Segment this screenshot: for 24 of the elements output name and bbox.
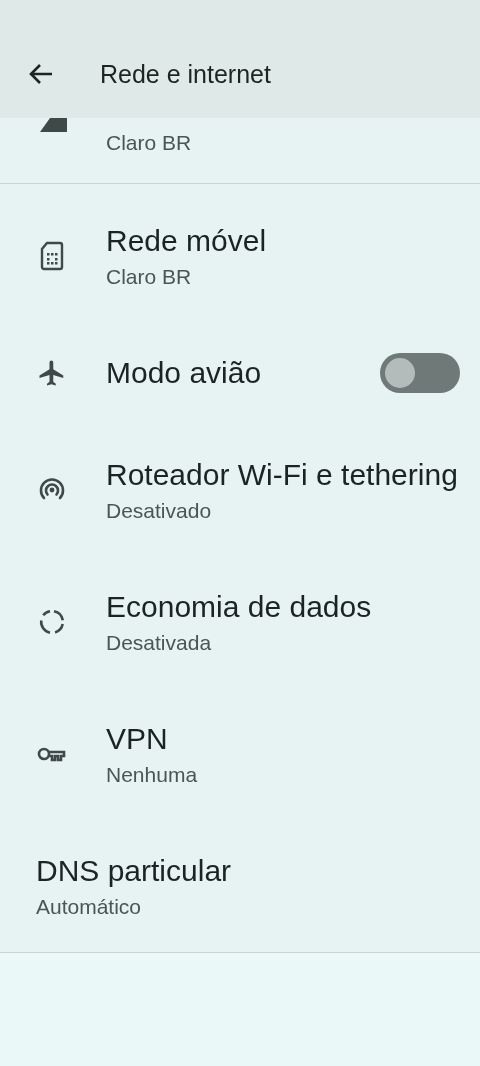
- item-title: Economia de dados: [106, 589, 373, 625]
- item-title: Modo avião: [106, 355, 263, 391]
- settings-item[interactable]: Roteador Wi-Fi e tethering Desativado: [0, 424, 480, 556]
- data-saver-icon: [37, 607, 67, 637]
- item-subtitle: Desativado: [106, 498, 213, 524]
- settings-item[interactable]: Rede móvel Claro BR: [0, 190, 480, 322]
- settings-item[interactable]: Economia de dados Desativada: [0, 556, 480, 688]
- settings-item[interactable]: DNS particular Automático: [0, 820, 480, 952]
- back-arrow-icon: [28, 63, 54, 85]
- item-subtitle: Claro BR: [106, 130, 192, 156]
- toggle-switch[interactable]: [380, 353, 460, 393]
- item-title: DNS particular: [36, 853, 233, 889]
- item-subtitle: Desativada: [106, 630, 213, 656]
- item-title: Rede móvel: [106, 223, 268, 259]
- item-title: Roteador Wi-Fi e tethering: [106, 457, 459, 493]
- sim-card-icon: [39, 241, 65, 271]
- key-icon: [37, 745, 67, 763]
- item-subtitle: Automático: [36, 894, 143, 920]
- item-title: VPN: [106, 721, 169, 757]
- page-title: Rede e internet: [100, 59, 271, 89]
- settings-item[interactable]: VPN Nenhuma: [0, 688, 480, 820]
- settings-item[interactable]: Modo avião: [0, 322, 480, 424]
- item-subtitle: Claro BR: [106, 264, 193, 290]
- item-subtitle: Nenhuma: [106, 762, 199, 788]
